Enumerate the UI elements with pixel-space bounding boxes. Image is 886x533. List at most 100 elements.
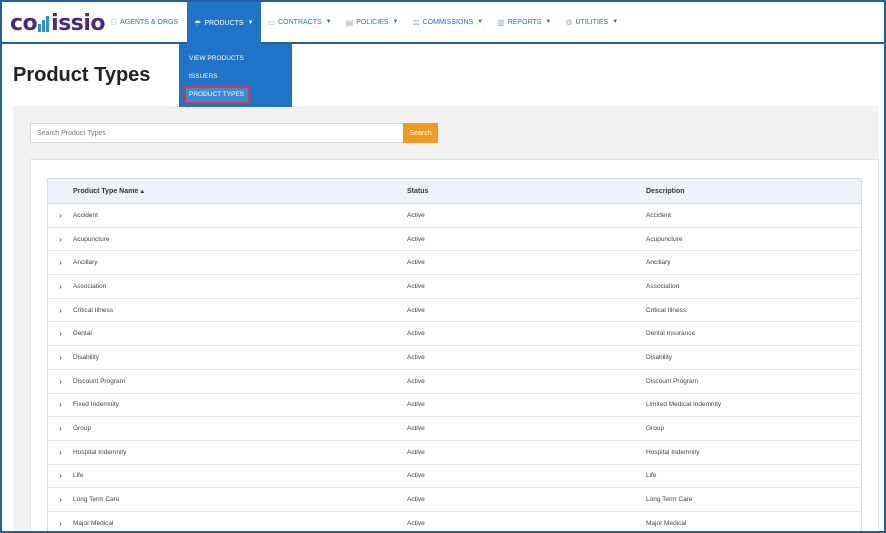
caret-down-icon: ▼ bbox=[545, 19, 552, 25]
chevron-right-icon[interactable]: › bbox=[48, 306, 73, 315]
cell-description: Dental Insurance bbox=[646, 330, 696, 338]
commissions-icon: ⚖ bbox=[412, 17, 420, 27]
menu-item-view-products[interactable]: VIEW PRODUCTS bbox=[179, 50, 292, 68]
reports-icon: ▥ bbox=[497, 17, 505, 27]
chevron-right-icon[interactable]: › bbox=[48, 235, 73, 244]
caret-down-icon: ▼ bbox=[247, 20, 254, 26]
chevron-right-icon[interactable]: › bbox=[48, 282, 73, 291]
chevron-right-icon[interactable]: › bbox=[48, 211, 73, 220]
column-header-name-label: Product Type Name bbox=[73, 187, 139, 195]
cell-description: Ancillary bbox=[646, 259, 671, 267]
chevron-right-icon[interactable]: › bbox=[48, 353, 73, 362]
cell-product-type-name: Accident bbox=[73, 211, 98, 219]
cell-description: Life bbox=[646, 472, 657, 480]
cell-product-type-name: Life bbox=[73, 472, 84, 480]
table-row[interactable]: › Acupuncture Active Acupuncture bbox=[48, 228, 861, 252]
cell-product-type-name: Dental bbox=[73, 330, 92, 338]
chevron-right-icon[interactable]: › bbox=[48, 329, 73, 338]
cell-description: Association bbox=[646, 282, 680, 290]
cell-status: Active bbox=[407, 448, 425, 456]
search-button[interactable]: Search bbox=[403, 123, 438, 143]
cell-status: Active bbox=[407, 377, 425, 385]
column-header-status[interactable]: Status bbox=[407, 188, 646, 195]
cell-description: Hospital Indemnity bbox=[646, 448, 700, 456]
table-row[interactable]: › Dental Active Dental Insurance bbox=[48, 322, 861, 347]
cell-description: Limited Medical Indemnity bbox=[646, 401, 722, 409]
cell-status: Active bbox=[407, 211, 425, 219]
nav-label: AGENTS & ORGS bbox=[120, 18, 179, 26]
contracts-icon: ▭ bbox=[267, 17, 276, 27]
logo-text-left: co bbox=[10, 10, 38, 36]
table-row[interactable]: › Critical Illness Active Critical Illness bbox=[48, 299, 861, 323]
table-row[interactable]: › Ancillary Active Ancillary bbox=[48, 251, 861, 276]
cell-status: Active bbox=[407, 330, 425, 338]
cell-status: Active bbox=[407, 401, 425, 409]
nav-agents-orgs[interactable]: ⚇ AGENTS & ORGS bbox=[104, 2, 185, 42]
cell-status: Active bbox=[407, 353, 425, 361]
cell-status: Active bbox=[407, 259, 425, 267]
chevron-right-icon[interactable]: › bbox=[48, 495, 73, 504]
caret-down-icon: ▼ bbox=[477, 19, 484, 25]
people-icon: ⚇ bbox=[110, 17, 118, 27]
cell-product-type-name: Group bbox=[73, 425, 92, 433]
cell-status: Active bbox=[407, 306, 425, 314]
nav-label: POLICIES bbox=[356, 18, 389, 26]
cell-status: Active bbox=[407, 472, 425, 480]
menu-item-issuers[interactable]: ISSUERS bbox=[179, 68, 292, 86]
chevron-right-icon[interactable]: › bbox=[48, 519, 73, 528]
table-row[interactable]: › Disability Active Disability bbox=[48, 346, 861, 370]
cell-product-type-name: Acupuncture bbox=[73, 235, 110, 243]
cell-description: Discount Program bbox=[646, 377, 699, 385]
cell-description: Critical Illness bbox=[646, 306, 687, 314]
nav-reports[interactable]: ▥ REPORTS ▼ bbox=[490, 2, 558, 42]
column-header-description[interactable]: Description bbox=[646, 188, 861, 195]
chevron-right-icon[interactable]: › bbox=[48, 400, 73, 409]
table-row[interactable]: › Association Active Association bbox=[48, 275, 861, 299]
content-panel: Search Product Type Name▲ Status Descrip… bbox=[13, 106, 879, 531]
column-header-name[interactable]: Product Type Name▲ bbox=[73, 188, 407, 195]
chevron-right-icon[interactable]: › bbox=[48, 471, 73, 480]
table-row[interactable]: › Discount Program Active Discount Program bbox=[48, 370, 861, 394]
chevron-right-icon[interactable]: › bbox=[48, 424, 73, 433]
table-row[interactable]: › Fixed Indemnity Active Limited Medical In… bbox=[48, 394, 861, 418]
top-navbar: co issio ⚇ AGENTS & ORGS ☂ PRODUCTS ▼ ▭ … bbox=[2, 2, 884, 44]
table-row[interactable]: › Hospital Indemnity Active Hospital Indemn… bbox=[48, 441, 861, 465]
chevron-right-icon[interactable]: › bbox=[48, 258, 73, 267]
cell-status: Active bbox=[407, 235, 425, 243]
sort-asc-icon: ▲ bbox=[139, 188, 146, 195]
table-body: › Accident Active Accident › Acupuncture Activ… bbox=[48, 204, 861, 531]
products-icon: ☂ bbox=[194, 18, 202, 28]
cell-product-type-name: Disability bbox=[73, 353, 100, 361]
nav-utilities[interactable]: ⚙ UTILITIES ▼ bbox=[558, 2, 625, 42]
caret-down-icon: ▼ bbox=[392, 19, 399, 25]
nav-products[interactable]: ☂ PRODUCTS ▼ bbox=[187, 2, 261, 44]
nav-label: CONTRACTS bbox=[278, 18, 322, 26]
table-row[interactable]: › Group Active Group bbox=[48, 417, 861, 441]
nav-label: PRODUCTS bbox=[204, 19, 244, 27]
nav-commissions[interactable]: ⚖ COMMISSIONS ▼ bbox=[405, 2, 490, 42]
products-dropdown-menu: VIEW PRODUCTS ISSUERS PRODUCT TYPES bbox=[179, 44, 292, 107]
results-card: Product Type Name▲ Status Description › A… bbox=[30, 159, 879, 531]
logo-text-right: issio bbox=[51, 10, 106, 36]
nav-policies[interactable]: ▤ POLICIES ▼ bbox=[339, 2, 406, 42]
search-input[interactable] bbox=[30, 123, 404, 143]
nav-label: REPORTS bbox=[507, 18, 542, 26]
table-row[interactable]: › Accident Active Accident bbox=[48, 204, 861, 228]
cell-status: Active bbox=[407, 425, 425, 433]
chevron-right-icon[interactable]: › bbox=[48, 377, 73, 386]
commissio-logo[interactable]: co issio bbox=[10, 8, 106, 38]
nav-contracts[interactable]: ▭ CONTRACTS ▼ bbox=[261, 2, 339, 42]
product-types-table: Product Type Name▲ Status Description › A… bbox=[47, 178, 862, 531]
cell-status: Active bbox=[407, 496, 425, 504]
cell-product-type-name: Ancillary bbox=[73, 259, 98, 267]
chevron-right-icon[interactable]: › bbox=[48, 448, 73, 457]
nav-label: UTILITIES bbox=[575, 18, 609, 26]
cell-product-type-name: Discount Program bbox=[73, 377, 126, 385]
table-row[interactable]: › Long Term Care Active Long Term Care bbox=[48, 488, 861, 512]
menu-item-product-types[interactable]: PRODUCT TYPES bbox=[184, 86, 250, 104]
table-row[interactable]: › Major Medical Active Major Medical bbox=[48, 512, 861, 531]
cell-product-type-name: Hospital Indemnity bbox=[73, 448, 127, 456]
page-title: Product Types bbox=[13, 64, 151, 86]
table-row[interactable]: › Life Active Life bbox=[48, 465, 861, 489]
cell-description: Accident bbox=[646, 211, 671, 219]
